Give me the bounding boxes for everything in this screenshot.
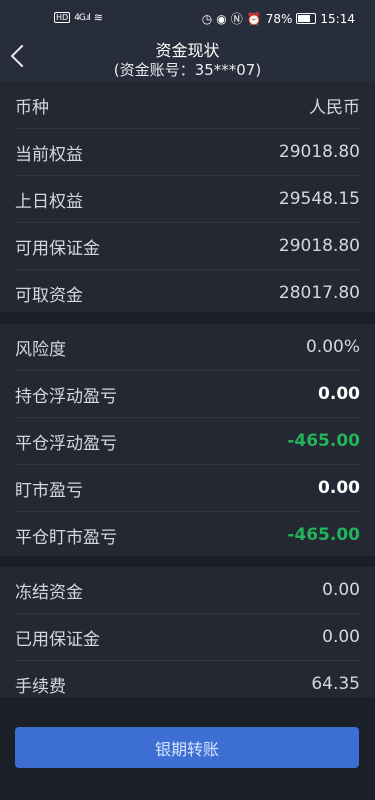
battery-percent: 78% xyxy=(265,11,293,26)
list-item: 平仓盯市盈亏 -465.00 xyxy=(15,512,360,558)
status-right: ◷ ◉ Ⓝ ⏰ 78% 15:14 xyxy=(202,10,355,27)
row-label: 持仓浮动盈亏 xyxy=(15,386,117,407)
bank-futures-transfer-button[interactable]: 银期转账 xyxy=(15,727,359,768)
list-item: 上日权益 29548.15 xyxy=(15,176,360,223)
list-item: 盯市盈亏 0.00 xyxy=(15,465,360,512)
row-value: 0.00% xyxy=(305,337,360,357)
row-label: 平仓浮动盈亏 xyxy=(15,433,117,454)
hd-icon: HD xyxy=(54,12,71,23)
wifi-icon: ≋ xyxy=(93,11,103,24)
list-item: 已用保证金 0.00 xyxy=(15,614,360,661)
list-item: 手续费 64.35 xyxy=(15,661,360,697)
row-value: 0.00 xyxy=(318,384,360,404)
row-value: -465.00 xyxy=(287,525,360,545)
row-value: 0.00 xyxy=(318,478,360,498)
clock-icon: ⏰ xyxy=(246,11,262,26)
row-value: 人民币 xyxy=(309,97,360,118)
equity-section: 币种 人民币 当前权益 29018.80 上日权益 29548.15 可用保证金 290… xyxy=(0,82,375,312)
status-left: HD 4G.ıl ≋ xyxy=(54,11,103,24)
profit-loss-section: 风险度 0.00% 持仓浮动盈亏 0.00 平仓浮动盈亏 -465.00 盯市盈亏 0.… xyxy=(0,324,375,556)
row-value: 28017.80 xyxy=(278,283,360,303)
section-divider xyxy=(0,556,375,567)
list-item: 风险度 0.00% xyxy=(15,324,360,371)
row-label: 当前权益 xyxy=(15,144,83,165)
row-label: 已用保证金 xyxy=(15,629,100,650)
list-item: 持仓浮动盈亏 0.00 xyxy=(15,371,360,418)
list-item: 当前权益 29018.80 xyxy=(15,129,360,176)
row-label: 盯市盈亏 xyxy=(15,480,83,501)
row-value: 29548.15 xyxy=(278,189,360,209)
footer: 银期转账 xyxy=(0,697,375,800)
row-label: 风险度 xyxy=(15,339,66,360)
list-item: 币种 人民币 xyxy=(15,82,360,129)
row-value: 0.00 xyxy=(322,627,360,647)
margin-section: 冻结资金 0.00 已用保证金 0.00 手续费 64.35 xyxy=(0,567,375,697)
status-bar: HD 4G.ıl ≋ ◷ ◉ Ⓝ ⏰ 78% 15:14 xyxy=(0,0,375,36)
status-time: 15:14 xyxy=(320,11,355,26)
row-label: 币种 xyxy=(15,97,49,118)
signal-icon: 4G.ıl xyxy=(74,12,91,23)
row-value: 64.35 xyxy=(311,674,360,694)
eye-icon: ◉ xyxy=(216,11,227,26)
row-label: 平仓盯市盈亏 xyxy=(15,527,117,548)
row-value: 29018.80 xyxy=(278,236,360,256)
list-item: 平仓浮动盈亏 -465.00 xyxy=(15,418,360,465)
row-label: 可用保证金 xyxy=(15,238,100,259)
row-value: -465.00 xyxy=(287,431,360,451)
section-divider xyxy=(0,312,375,324)
page-header: 资金现状 (资金账号：35***07) xyxy=(0,36,375,82)
list-item: 冻结资金 0.00 xyxy=(15,567,360,614)
nfc-icon: Ⓝ xyxy=(230,12,243,26)
list-item: 可用保证金 29018.80 xyxy=(15,223,360,270)
row-value: 29018.80 xyxy=(278,142,360,162)
account-subtitle: (资金账号：35***07) xyxy=(113,61,262,79)
list-item: 可取资金 28017.80 xyxy=(15,270,360,316)
row-label: 冻结资金 xyxy=(15,582,83,603)
battery-icon xyxy=(296,13,317,24)
alarm-icon: ◷ xyxy=(201,11,213,26)
row-label: 上日权益 xyxy=(15,191,83,212)
row-label: 手续费 xyxy=(15,676,66,697)
row-label: 可取资金 xyxy=(15,285,83,306)
page-title: 资金现状 xyxy=(155,41,220,60)
row-value: 0.00 xyxy=(322,580,360,600)
